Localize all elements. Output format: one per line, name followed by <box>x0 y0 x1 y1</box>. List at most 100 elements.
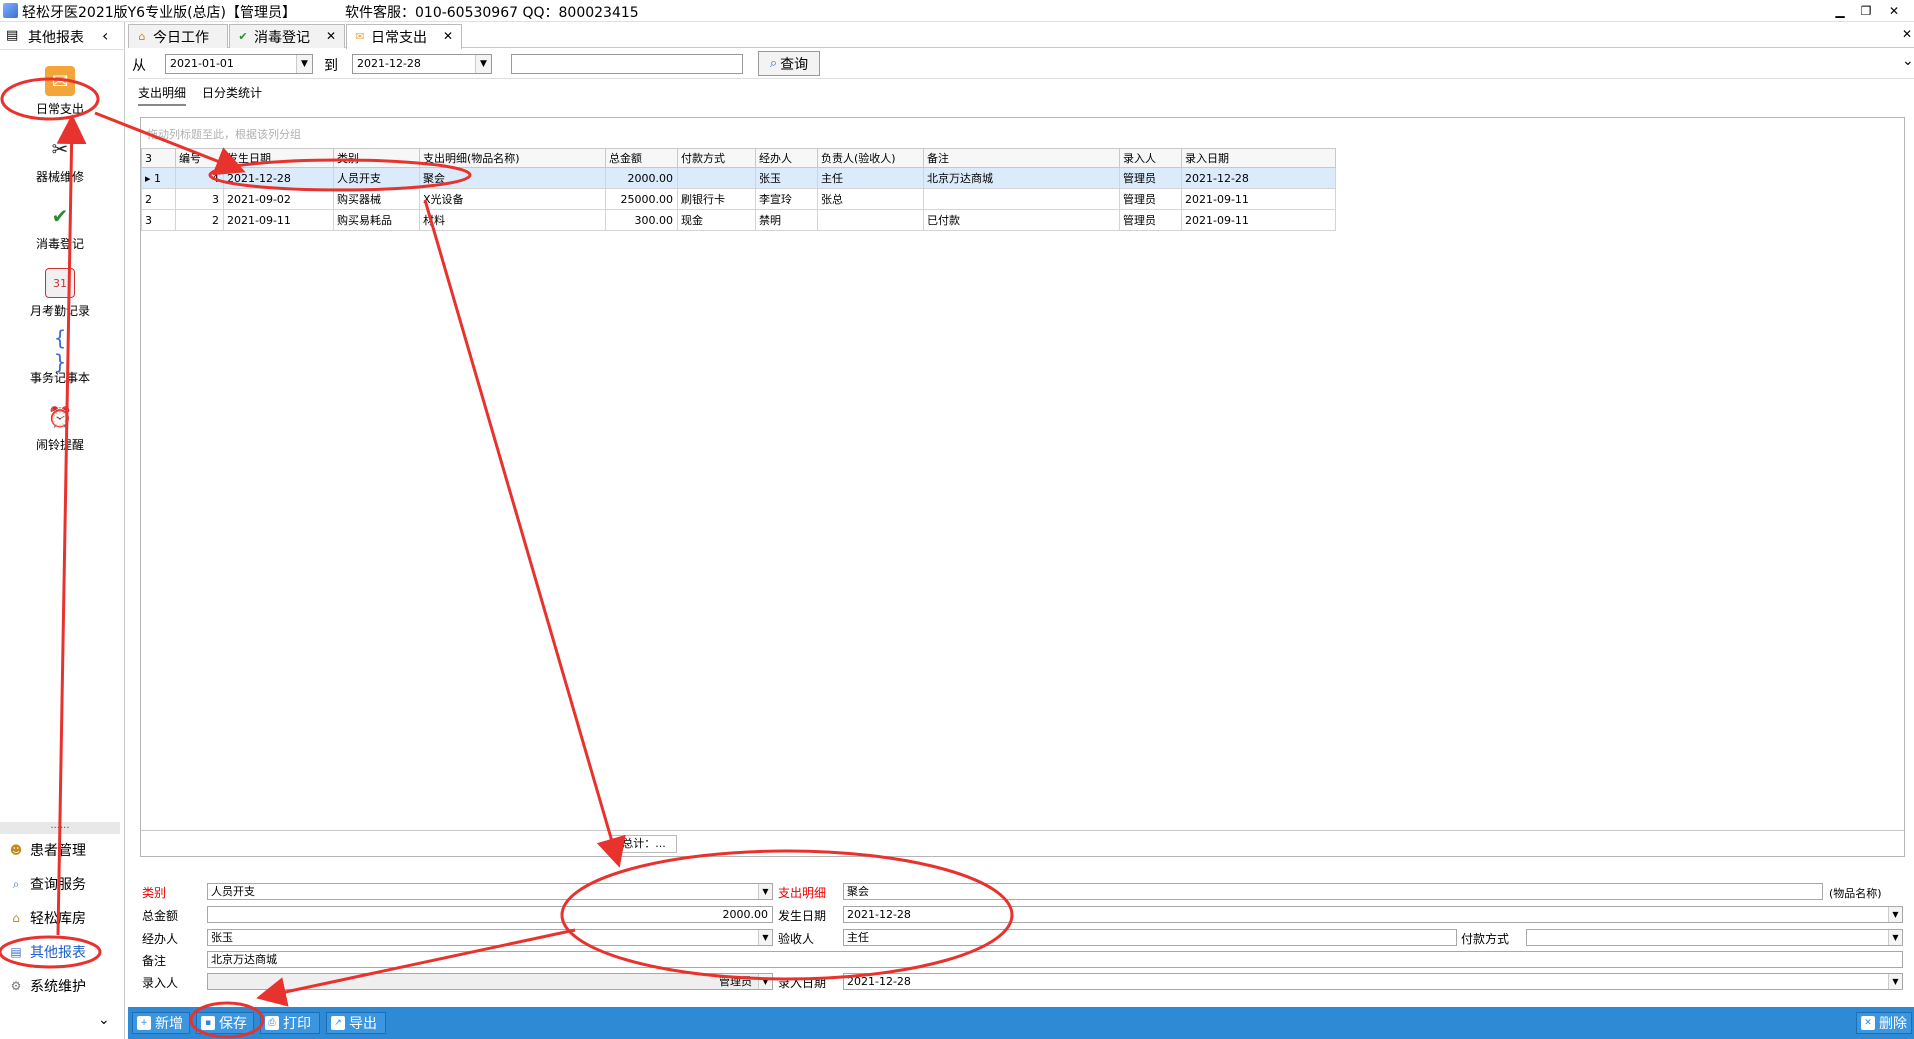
column-header[interactable]: 负责人(验收人) <box>817 148 924 168</box>
chevron-down-icon: ▼ <box>475 55 491 73</box>
sidebar-splitter[interactable]: ...... <box>0 821 120 834</box>
from-date-picker[interactable]: 2021-01-01 ▼ <box>165 54 313 74</box>
print-button[interactable]: ⎙ 打印 <box>260 1012 320 1034</box>
patients-icon: ☻ <box>9 843 23 857</box>
tab-close-icon[interactable]: ✕ <box>443 29 453 43</box>
sidebar-nav-warehouse[interactable]: ⌂ 轻松库房 <box>8 906 120 930</box>
column-header[interactable]: 经办人 <box>755 148 818 168</box>
tab-bar: ⌂ 今日工作 ✔ 消毒登记 ✕ ✉ 日常支出 ✕ ✕ <box>128 22 1914 49</box>
column-header[interactable]: 录入日期 <box>1181 148 1336 168</box>
window-title: 轻松牙医2021版Y6专业版(总店)【管理员】 <box>22 5 297 21</box>
handler-select[interactable]: 张玉 ▼ <box>207 929 773 946</box>
note-input[interactable]: 北京万达商城 <box>207 951 1903 968</box>
table-row[interactable]: 3 2 2021-09-11 购买易耗品 材料 300.00 现金 禁明 已付款… <box>141 209 1336 231</box>
home-icon: ⌂ <box>138 29 146 43</box>
add-button[interactable]: + 新增 <box>132 1012 190 1034</box>
table-cell: 张玉 <box>755 167 818 189</box>
tab-today-work[interactable]: ⌂ 今日工作 <box>128 24 228 48</box>
chevron-down-icon: ▼ <box>1888 907 1902 922</box>
column-header[interactable]: 付款方式 <box>677 148 756 168</box>
payment-label: 付款方式 <box>1461 932 1510 946</box>
chevron-down-icon: ▼ <box>1888 974 1902 989</box>
sidebar-tile-label: 事务记事本 <box>29 371 90 385</box>
entered-by-select[interactable]: 管理员 ▼ <box>207 973 773 990</box>
table-cell: 材料 <box>419 209 606 231</box>
sidebar-header-label: 其他报表 <box>28 30 84 46</box>
expense-table: 3 编号 发生日期 类别 支出明细(物品名称) 总金额 付款方式 经办人 负责人… <box>141 148 1336 231</box>
sidebar-tile-notebook[interactable]: { } 事务记事本 <box>10 326 110 391</box>
close-window-button[interactable]: ✕ <box>1884 2 1904 20</box>
tab-close-icon[interactable]: ✕ <box>326 29 336 43</box>
sidebar-nav-query[interactable]: ⌕ 查询服务 <box>8 872 120 896</box>
column-header[interactable]: 编号 <box>175 148 224 168</box>
keyword-input[interactable] <box>511 54 743 74</box>
sidebar-tile-attendance[interactable]: 31 月考勤记录 <box>10 264 110 324</box>
table-cell: X光设备 <box>419 188 606 210</box>
column-header[interactable]: 总金额 <box>605 148 678 168</box>
notebook-icon: { } <box>53 326 67 374</box>
sidebar-more-icon[interactable]: ⌄ <box>98 1012 110 1028</box>
table-cell: 聚会 <box>419 167 606 189</box>
table-cell: 主任 <box>817 167 924 189</box>
category-label: 类别 <box>142 886 167 900</box>
save-button[interactable]: ▪ 保存 <box>196 1012 254 1034</box>
column-header[interactable]: 发生日期 <box>223 148 334 168</box>
amount-input[interactable]: 2000.00 <box>207 906 773 923</box>
table-row[interactable]: ▸ 1 4 2021-12-28 人员开支 聚会 2000.00 张玉 主任 北… <box>141 167 1336 189</box>
tab-disinfect[interactable]: ✔ 消毒登记 ✕ <box>229 24 345 48</box>
group-by-hint: 拖动列标题至此，根据该列分组 <box>147 128 301 141</box>
query-button[interactable]: ⌕ 查询 <box>758 51 820 76</box>
print-icon: ⎙ <box>265 1016 279 1030</box>
column-header[interactable]: 录入人 <box>1119 148 1182 168</box>
restore-button[interactable]: ❐ <box>1856 2 1876 20</box>
delete-button-label: 删除 <box>1879 1016 1907 1032</box>
add-icon: + <box>137 1016 151 1030</box>
table-row[interactable]: 2 3 2021-09-02 购买器械 X光设备 25000.00 刷银行卡 李… <box>141 188 1336 210</box>
column-header[interactable]: 支出明细(物品名称) <box>419 148 606 168</box>
close-all-tabs-icon[interactable]: ✕ <box>1902 27 1912 41</box>
title-bar: 轻松牙医2021版Y6专业版(总店)【管理员】 软件客服：010-6053096… <box>0 0 1914 22</box>
subtab-daily-category-stats[interactable]: 日分类统计 <box>202 84 262 101</box>
sidebar-tile-label: 闹铃提醒 <box>35 438 84 452</box>
row-index: 3 <box>145 213 152 227</box>
date-picker[interactable]: 2021-12-28 ▼ <box>843 906 1903 923</box>
minimize-button[interactable]: ▁ <box>1830 2 1850 20</box>
row-pointer-icon: ▸ <box>145 171 151 185</box>
sidebar-tile-expense[interactable]: ✉ 日常支出 <box>10 62 110 122</box>
note-label: 备注 <box>142 954 167 968</box>
export-button[interactable]: ↗ 导出 <box>326 1012 386 1034</box>
delete-button[interactable]: ✕ 删除 <box>1856 1012 1912 1034</box>
category-select[interactable]: 人员开支 ▼ <box>207 883 773 900</box>
sidebar-nav-label: 患者管理 <box>30 843 86 859</box>
report-icon: ▤ <box>10 945 22 959</box>
sidebar-nav-reports[interactable]: ▤ 其他报表 <box>8 940 120 964</box>
table-cell: 3 <box>175 188 224 210</box>
to-date-picker[interactable]: 2021-12-28 ▼ <box>352 54 492 74</box>
row-indicator: 2 <box>141 188 176 210</box>
add-button-label: 新增 <box>155 1016 183 1032</box>
inspector-input[interactable]: 主任 <box>843 929 1457 946</box>
column-header[interactable]: 备注 <box>923 148 1120 168</box>
column-header[interactable]: 类别 <box>333 148 420 168</box>
sidebar-nav-maintenance[interactable]: ⚙ 系统维护 <box>8 974 120 998</box>
tab-daily-expense[interactable]: ✉ 日常支出 ✕ <box>346 24 462 49</box>
tab-label: 消毒登记 <box>254 29 310 46</box>
expense-icon: ✉ <box>355 30 365 43</box>
toolbar-expand-icon[interactable]: ⌄ <box>1902 53 1914 69</box>
date-label: 发生日期 <box>778 909 827 923</box>
table-cell: 现金 <box>677 209 756 231</box>
entry-date-picker[interactable]: 2021-12-28 ▼ <box>843 973 1903 990</box>
report-icon: ▤ <box>6 28 19 43</box>
detail-input[interactable]: 聚会 <box>843 883 1823 900</box>
sidebar-collapse-icon[interactable]: ‹ <box>102 26 108 45</box>
sidebar-nav-patients[interactable]: ☻ 患者管理 <box>8 838 120 862</box>
subtab-expense-detail[interactable]: 支出明细 <box>138 84 187 106</box>
payment-select[interactable]: ▼ <box>1526 929 1903 946</box>
sidebar-tile-disinfect[interactable]: ✔ 消毒登记 <box>10 197 110 257</box>
row-indicator: ▸ 1 <box>141 167 176 189</box>
table-cell: 4 <box>175 167 224 189</box>
table-cell: 2021-09-02 <box>223 188 334 210</box>
chevron-down-icon: ▼ <box>296 55 312 73</box>
sidebar-tile-alarm[interactable]: ⏰ 闹铃提醒 <box>10 398 110 458</box>
sidebar-tile-repair[interactable]: ✂ 器械维修 <box>10 130 110 190</box>
